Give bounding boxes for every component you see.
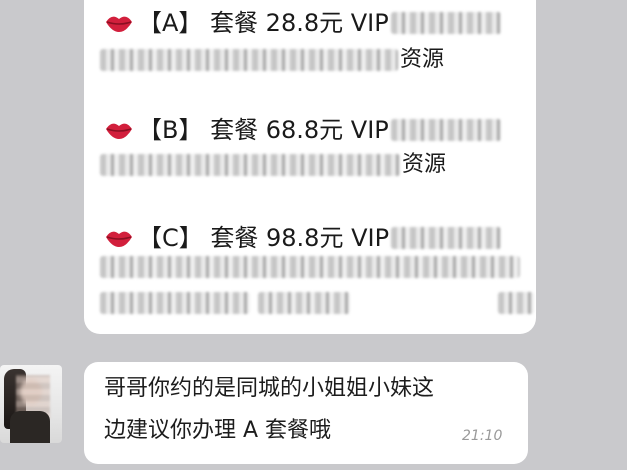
package-a-title: 【A】 套餐 28.8元 VIP: [138, 9, 389, 37]
reply-text-line-2: 边建议你办理 A 套餐哦: [104, 418, 332, 443]
package-b-tail: 资源: [402, 152, 447, 177]
package-b-detail: 资源: [100, 151, 446, 179]
lips-icon: [106, 16, 132, 32]
sender-avatar[interactable]: [0, 365, 62, 443]
package-b-line: 【B】 套餐 68.8元 VIP: [104, 115, 501, 145]
package-c-detail-1: [100, 256, 520, 278]
redacted-text: [258, 292, 350, 314]
package-a-tail: 资源: [400, 47, 445, 72]
lips-icon: [106, 123, 132, 139]
package-c-title: 【C】 套餐 98.8元 VIP: [138, 224, 390, 252]
redacted-text: [390, 119, 501, 141]
redacted-text: [390, 12, 501, 34]
reply-text-line-1: 哥哥你约的是同城的小姐姐小妹这: [104, 376, 435, 401]
package-a-detail: 资源: [100, 46, 444, 74]
redacted-text: [391, 227, 502, 249]
package-a-line: 【A】 套餐 28.8元 VIP: [104, 8, 501, 38]
redacted-text: [498, 292, 534, 314]
redacted-text: [100, 292, 250, 314]
redacted-text: [100, 49, 398, 71]
package-c-detail-2: [100, 292, 534, 314]
redacted-text: [100, 256, 520, 278]
package-c-line: 【C】 套餐 98.8元 VIP: [104, 223, 502, 253]
lips-icon: [106, 231, 132, 247]
message-timestamp: 21:10: [462, 428, 503, 444]
redacted-text: [100, 154, 400, 176]
package-b-title: 【B】 套餐 68.8元 VIP: [138, 116, 389, 144]
